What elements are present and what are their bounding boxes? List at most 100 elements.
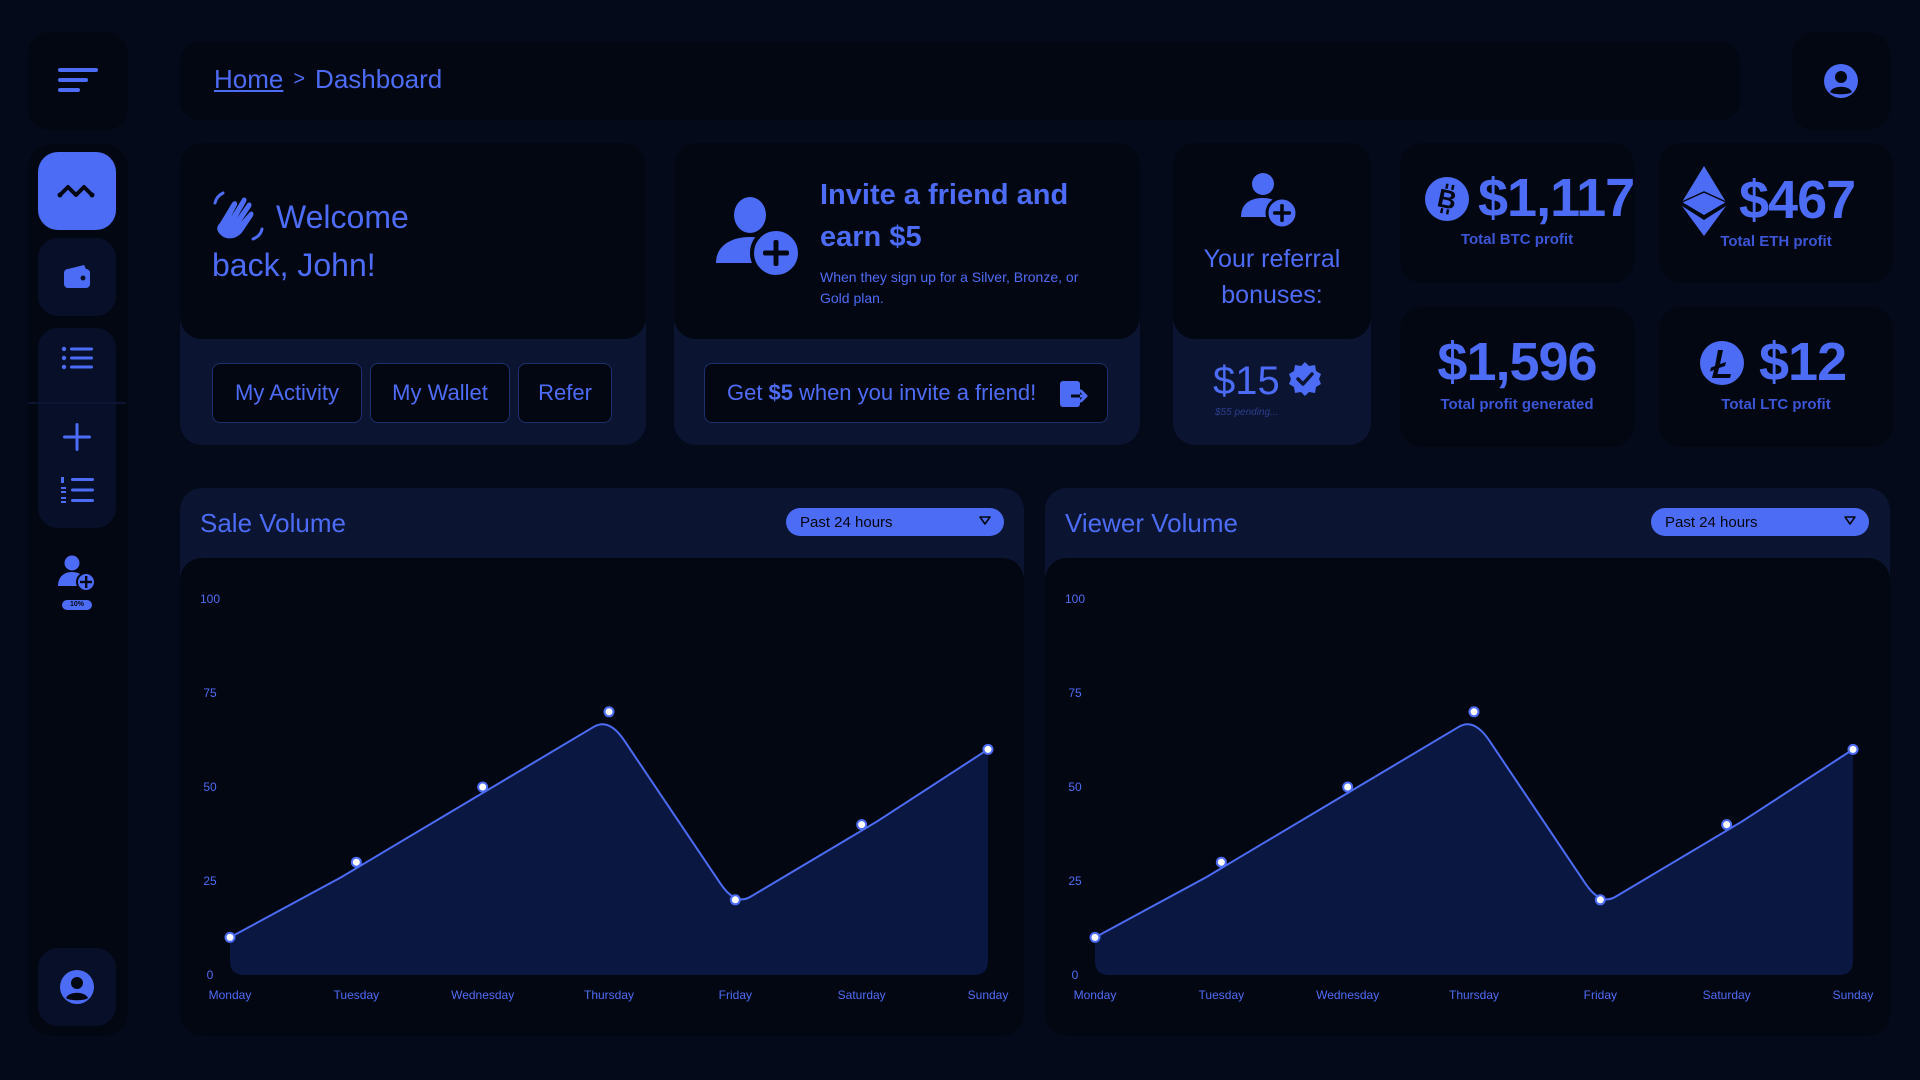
sale-volume-panel: Sale Volume Past 24 hours 0 25 50 75 100 Mond… xyxy=(180,488,1024,1036)
sale-volume-title: Sale Volume xyxy=(200,508,346,538)
viewer-volume-title: Viewer Volume xyxy=(1065,508,1238,538)
welcome-line2: back, John! xyxy=(212,247,376,283)
sidebar-list-group xyxy=(28,328,126,528)
btc-profit-value: $1,117 xyxy=(1478,168,1635,228)
data-point xyxy=(729,894,741,906)
sidebar-item-numbered-list[interactable] xyxy=(38,464,116,524)
invite-card: Invite a friend and earn $5 When they si… xyxy=(674,143,1140,445)
sale-volume-range-select[interactable]: Past 24 hours xyxy=(786,508,1004,536)
viewer-volume-chart-area: 0 25 50 75 100 Monday Tuesday Wednesday Thursday… xyxy=(1045,558,1890,1036)
menu-tile xyxy=(28,32,128,130)
y-tick-label: 100 xyxy=(200,592,220,606)
referral-card: Your referral bonuses: $15 $55 pending..… xyxy=(1173,143,1371,445)
x-tick-label: Wednesday xyxy=(451,988,514,1002)
data-point xyxy=(477,781,489,793)
invite-title-line1: Invite a friend and xyxy=(820,179,1069,211)
verified-badge-icon xyxy=(1289,362,1321,396)
y-tick-label: 25 xyxy=(203,874,217,888)
data-point xyxy=(603,706,615,718)
x-tick-label: Saturday xyxy=(838,988,886,1002)
invite-header: Invite a friend and earn $5 When they si… xyxy=(674,143,1140,339)
x-tick-label: Wednesday xyxy=(1316,988,1379,1002)
add-user-icon xyxy=(1241,173,1299,230)
breadcrumb-home-link[interactable]: Home xyxy=(214,64,283,95)
invite-cta-prefix: Get xyxy=(727,380,763,405)
data-point xyxy=(1089,931,1101,943)
x-tick-label: Friday xyxy=(719,988,752,1002)
sidebar-item-referral[interactable]: 10% xyxy=(38,544,116,624)
viewer-volume-chart: 0 25 50 75 100 Monday Tuesday Wednesday Thursday… xyxy=(1065,592,1874,1002)
referral-badge: 10% xyxy=(62,600,92,610)
wallet-icon xyxy=(64,265,90,288)
data-point xyxy=(1721,819,1733,831)
x-tick-label: Thursday xyxy=(584,988,634,1002)
viewer-volume-range-select[interactable]: Past 24 hours xyxy=(1651,508,1869,536)
x-tick-label: Sunday xyxy=(1833,988,1874,1002)
welcome-card: Welcome back, John! My Activity My Walle… xyxy=(180,143,646,445)
x-tick-label: Tuesday xyxy=(334,988,380,1002)
litecoin-icon xyxy=(1700,341,1744,385)
data-point xyxy=(224,931,236,943)
sidebar-item-activity[interactable] xyxy=(38,152,116,230)
sale-volume-chart-area: 0 25 50 75 100 Monday Tuesday Wednesday Thursday… xyxy=(180,558,1024,1036)
add-user-icon xyxy=(58,555,96,592)
ethereum-icon xyxy=(1681,166,1727,236)
user-circle-icon xyxy=(60,970,94,1004)
invite-friend-button[interactable]: Get $5 when you invite a friend! xyxy=(704,363,1108,423)
btc-profit-card: B $1,117 Total BTC profit xyxy=(1400,143,1635,283)
my-wallet-button[interactable]: My Wallet xyxy=(370,363,510,423)
x-tick-label: Monday xyxy=(209,988,252,1002)
total-profit-card: $1,596 Total profit generated xyxy=(1400,307,1634,447)
data-point xyxy=(1594,894,1606,906)
bitcoin-icon: B xyxy=(1425,177,1469,221)
y-tick-label: 0 xyxy=(207,968,214,982)
welcome-line1: Welcome xyxy=(276,199,409,235)
x-tick-label: Monday xyxy=(1074,988,1117,1002)
sidebar-item-profile[interactable] xyxy=(38,948,116,1026)
sidebar-divider xyxy=(28,402,126,404)
y-tick-label: 75 xyxy=(203,686,217,700)
share-arrow-icon xyxy=(1060,381,1088,407)
list-icon xyxy=(61,346,93,370)
data-point xyxy=(982,743,994,755)
x-tick-label: Sunday xyxy=(968,988,1009,1002)
x-tick-label: Thursday xyxy=(1449,988,1499,1002)
my-activity-button[interactable]: My Activity xyxy=(212,363,362,423)
sidebar-item-wallet[interactable] xyxy=(38,238,116,316)
total-profit-label: Total profit generated xyxy=(1440,396,1594,413)
breadcrumb-separator: > xyxy=(293,68,306,90)
invite-cta-suffix: when you invite a friend! xyxy=(798,380,1037,405)
breadcrumb-current: Dashboard xyxy=(315,64,443,94)
ltc-profit-card: $12 Total LTC profit xyxy=(1659,307,1893,447)
sidebar-item-add[interactable] xyxy=(38,408,116,468)
data-point xyxy=(1342,781,1354,793)
profile-tile[interactable] xyxy=(1792,32,1890,130)
x-tick-label: Saturday xyxy=(1703,988,1751,1002)
chevron-down-icon xyxy=(979,516,991,525)
refer-button[interactable]: Refer xyxy=(518,363,612,423)
y-tick-label: 50 xyxy=(203,780,217,794)
area-fill xyxy=(1095,724,1853,975)
hamburger-menu-icon[interactable] xyxy=(58,62,98,98)
eth-profit-card: $467 Total ETH profit xyxy=(1659,143,1893,283)
topbar: Home > Dashboard xyxy=(180,42,1740,120)
waving-hand-icon xyxy=(213,191,264,241)
invite-cta-bold: $5 xyxy=(768,380,793,405)
data-point xyxy=(1215,856,1227,868)
referral-header: Your referral bonuses: xyxy=(1173,143,1371,339)
ltc-profit-value: $12 xyxy=(1759,332,1847,392)
sidebar-item-list[interactable] xyxy=(38,328,116,388)
chevron-down-icon xyxy=(1844,516,1856,525)
viewer-volume-panel: Viewer Volume Past 24 hours 0 25 50 75 100 Mo… xyxy=(1045,488,1890,1036)
total-profit-value: $1,596 xyxy=(1437,332,1597,392)
invite-subtitle-line1: When they sign up for a Silver, Bronze, … xyxy=(820,269,1079,285)
eth-profit-label: Total ETH profit xyxy=(1720,233,1832,250)
plus-icon xyxy=(63,423,91,451)
sale-volume-range-label: Past 24 hours xyxy=(800,513,893,531)
y-tick-label: 75 xyxy=(1068,686,1082,700)
invite-subtitle-line2: Gold plan. xyxy=(820,290,884,306)
invite-title-line2: earn $5 xyxy=(820,221,922,253)
welcome-header: Welcome back, John! xyxy=(180,143,646,339)
y-tick-label: 100 xyxy=(1065,592,1085,606)
activity-icon xyxy=(57,185,95,198)
